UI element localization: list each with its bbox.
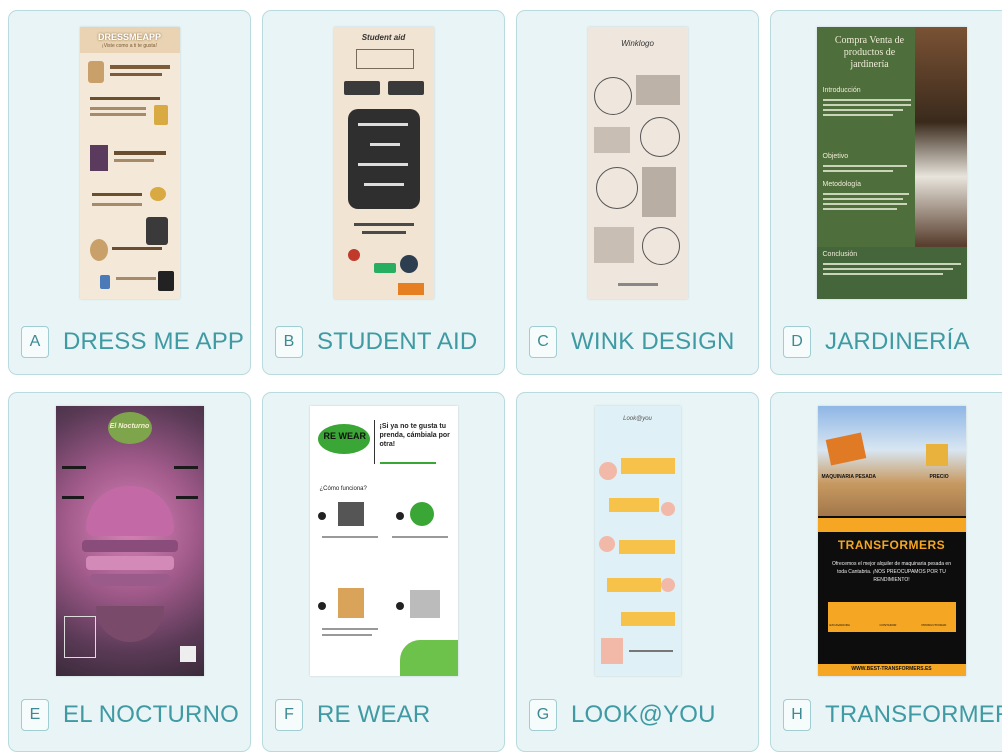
thumb-title: Winklogo bbox=[621, 39, 654, 48]
card-label: STUDENT AID bbox=[317, 328, 478, 355]
thumb-subtitle: ¡Viste como a ti te gusta! bbox=[102, 43, 157, 49]
thumbnail-student-aid: Student aid bbox=[333, 27, 434, 299]
thumb-headline: ¡Si ya no te gusta tu prenda, cámbiala p… bbox=[379, 423, 450, 448]
option-letter: B bbox=[275, 326, 303, 358]
option-letter: A bbox=[21, 326, 49, 358]
thumb-how: ¿Cómo funciona? bbox=[319, 486, 367, 492]
project-card-jardineria[interactable]: Compra Venta de productos de jardinería … bbox=[770, 10, 1002, 375]
card-label: TRANSFORMERS bbox=[825, 701, 1002, 728]
project-card-student-aid[interactable]: Student aid B STUDENT AID bbox=[262, 10, 505, 375]
project-card-transformers[interactable]: MAQUINARIA PESADA PRECIO TRANSFORMERS Of… bbox=[770, 392, 1002, 752]
project-card-wink-design[interactable]: Winklogo C WINK DESIGN bbox=[516, 10, 759, 375]
card-caption: E EL NOCTURNO bbox=[21, 695, 242, 735]
card-caption: B STUDENT AID bbox=[275, 322, 496, 362]
thumb-section: Objetivo bbox=[822, 153, 849, 160]
thumb-section: Introducción bbox=[822, 87, 861, 94]
thumb-title: Student aid bbox=[361, 33, 406, 42]
card-label: JARDINERÍA bbox=[825, 328, 970, 355]
card-label: WINK DESIGN bbox=[571, 328, 735, 355]
card-caption: D JARDINERÍA bbox=[783, 322, 1002, 362]
card-label: RE WEAR bbox=[317, 701, 431, 728]
option-letter: G bbox=[529, 699, 557, 731]
thumb-title: DRESSMEAPP bbox=[97, 32, 161, 42]
option-letter: E bbox=[21, 699, 49, 731]
thumb-title: Compra Venta de productos de jardinería bbox=[834, 35, 905, 70]
project-card-look-at-you[interactable]: Look@you G LOOK@YOU bbox=[516, 392, 759, 752]
card-caption: G LOOK@YOU bbox=[529, 695, 750, 735]
thumb-col2: PRECIO bbox=[929, 474, 949, 480]
thumbnail-re-wear: RE WEAR ¡Si ya no te gusta tu prenda, cá… bbox=[309, 406, 458, 676]
thumbnail-jardineria: Compra Venta de productos de jardinería … bbox=[816, 27, 967, 299]
thumb-icon-label: PRODUCTIVIDAD bbox=[921, 623, 947, 627]
thumb-icon-label: EXCAVADORA bbox=[829, 623, 850, 627]
card-caption: A DRESS ME APP bbox=[21, 322, 245, 362]
option-letter: C bbox=[529, 326, 557, 358]
thumbnail-transformers: MAQUINARIA PESADA PRECIO TRANSFORMERS Of… bbox=[817, 406, 966, 676]
card-label: EL NOCTURNO bbox=[63, 701, 239, 728]
thumb-title: Look@you bbox=[623, 416, 652, 422]
card-label: DRESS ME APP bbox=[63, 328, 245, 355]
thumb-body: Ofrecemos el mejor alquiler de maquinari… bbox=[832, 561, 951, 583]
thumb-col1: MAQUINARIA PESADA bbox=[821, 474, 877, 480]
project-card-re-wear[interactable]: RE WEAR ¡Si ya no te gusta tu prenda, cá… bbox=[262, 392, 505, 752]
thumbnail-dress-me-app: DRESSMEAPP ¡Viste como a ti te gusta! bbox=[79, 27, 180, 299]
option-letter: F bbox=[275, 699, 303, 731]
thumbnail-el-nocturno: El Nocturno bbox=[55, 406, 204, 676]
thumb-title: El Nocturno bbox=[109, 423, 150, 430]
thumbnail-wink-design: Winklogo bbox=[587, 27, 688, 299]
card-caption: C WINK DESIGN bbox=[529, 322, 750, 362]
option-letter: D bbox=[783, 326, 811, 358]
card-caption: H TRANSFORMERS bbox=[783, 695, 1002, 735]
thumb-footer: WWW.BEST-TRANSFORMERS.ES bbox=[851, 666, 932, 672]
thumb-section: Conclusión bbox=[822, 251, 858, 258]
option-letter: H bbox=[783, 699, 811, 731]
project-card-dress-me-app[interactable]: DRESSMEAPP ¡Viste como a ti te gusta! A bbox=[8, 10, 251, 375]
thumb-icon-label: CONTADOR bbox=[879, 623, 897, 627]
card-caption: F RE WEAR bbox=[275, 695, 496, 735]
project-card-el-nocturno[interactable]: El Nocturno E EL NOCTURNO bbox=[8, 392, 251, 752]
thumbnail-look-at-you: Look@you bbox=[594, 406, 681, 676]
project-gallery: DRESSMEAPP ¡Viste como a ti te gusta! A bbox=[0, 0, 1002, 752]
thumb-title: TRANSFORMERS bbox=[837, 538, 946, 552]
card-label: LOOK@YOU bbox=[571, 701, 716, 728]
thumb-section: Metodología bbox=[822, 181, 862, 188]
thumb-logo: RE WEAR bbox=[323, 431, 367, 441]
